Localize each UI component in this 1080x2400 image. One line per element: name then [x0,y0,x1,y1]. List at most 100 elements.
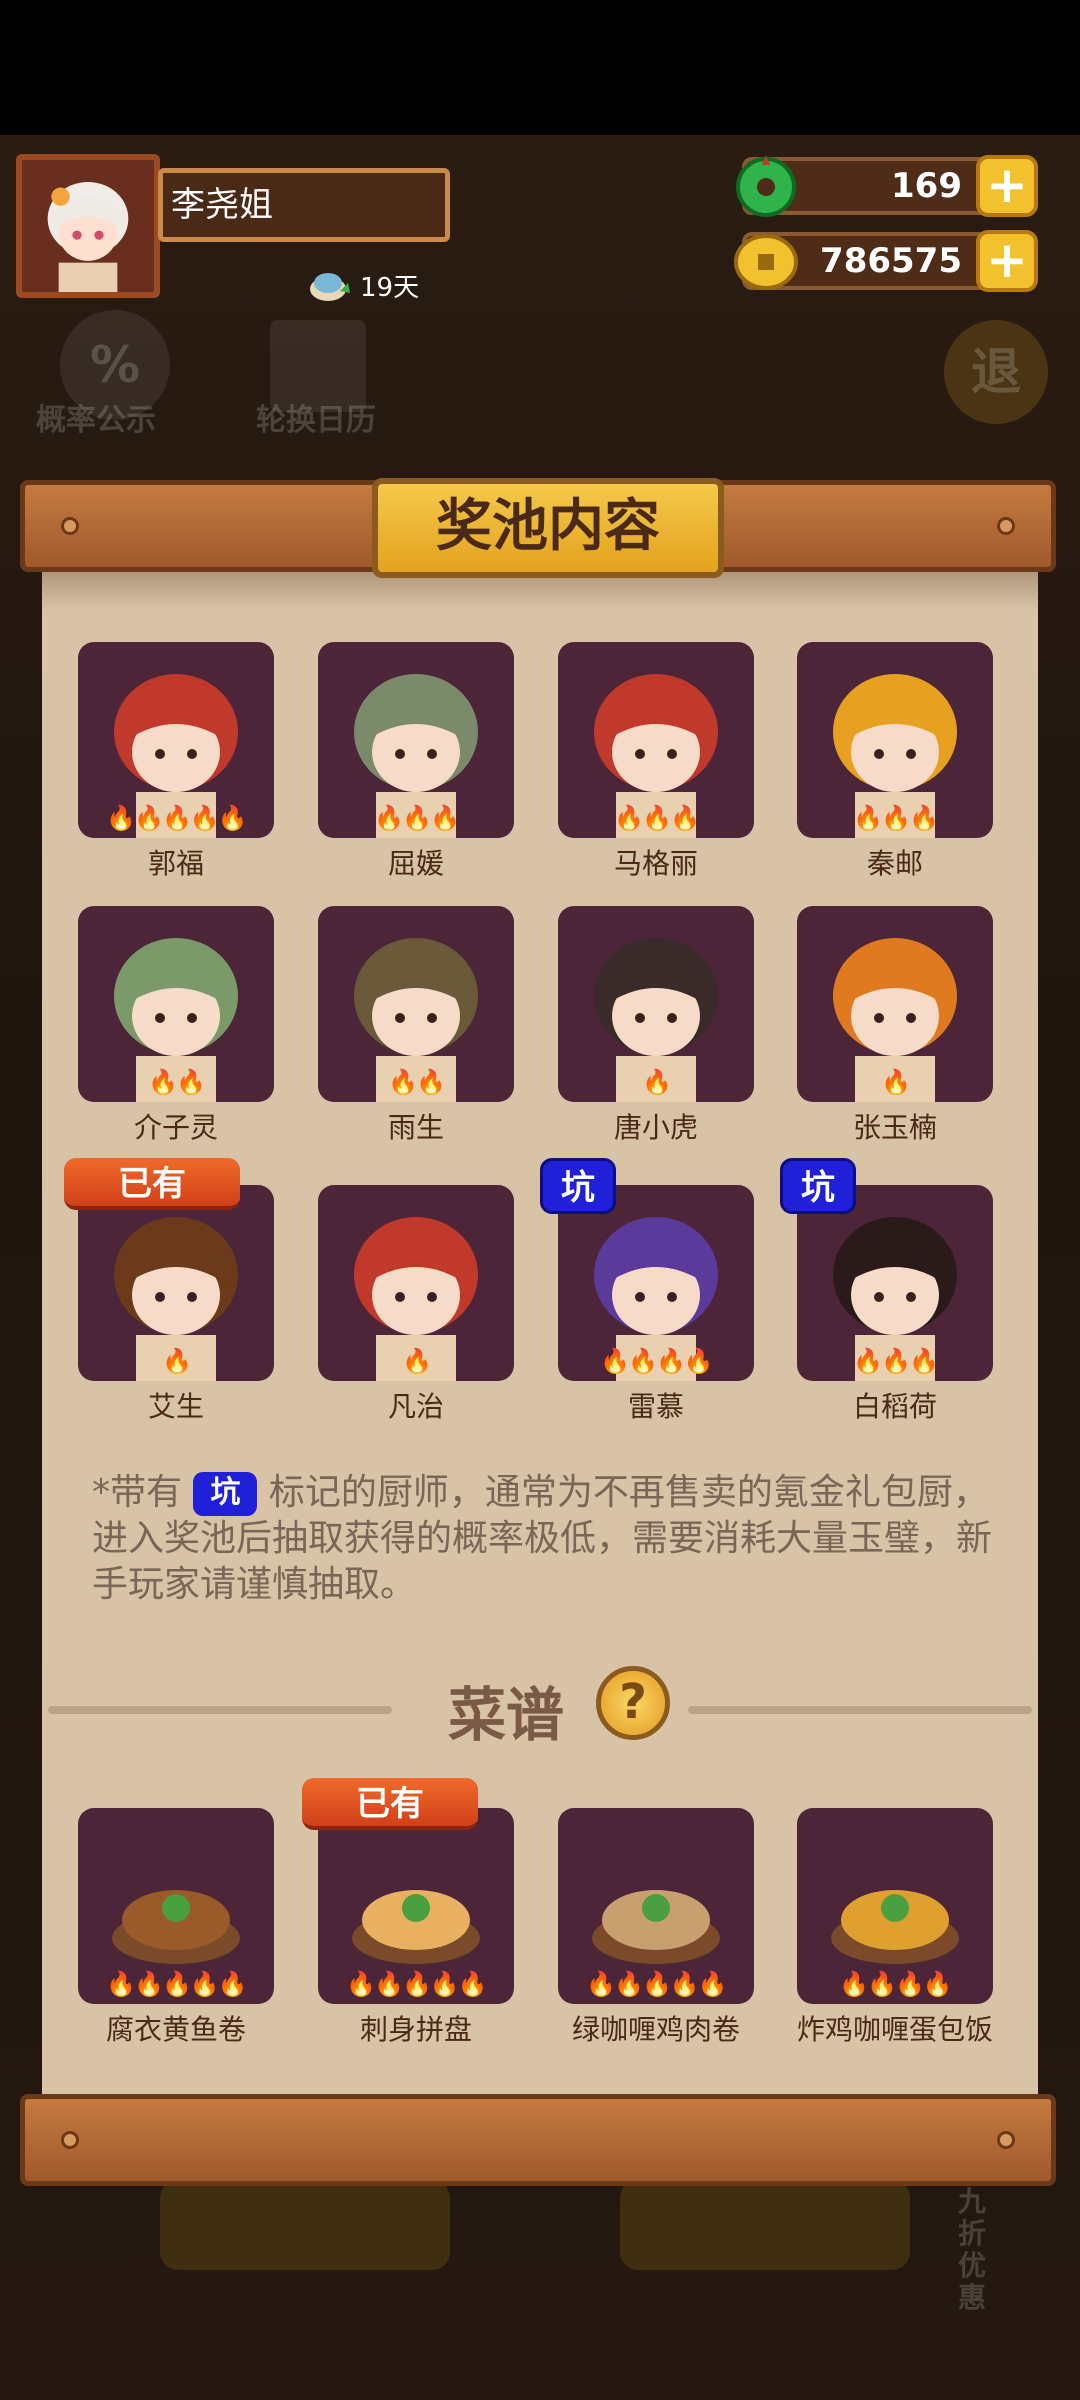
chef-name: 郭福 [147,847,204,880]
recipe-name: 腐衣黄鱼卷 [105,2013,246,2046]
player-avatar[interactable] [16,154,160,298]
rarity-stars: 🔥 [402,1347,432,1375]
recipe-card[interactable]: 🔥🔥🔥🔥 炸鸡咖喱蛋包饭 [797,1808,993,2048]
days-value: 19天 [360,272,420,303]
chef-portrait: 🔥 [558,906,754,1102]
coin-icon [734,234,798,290]
recipe-card[interactable]: 🔥🔥🔥🔥🔥 刺身拼盘 [318,1808,514,2048]
calendar-label: 轮换日历 [256,403,376,438]
divider-right [688,1706,1032,1714]
panel-title: 奖池内容 [372,478,724,578]
chef-name: 艾生 [147,1390,204,1423]
rarity-stars: 🔥🔥🔥🔥🔥 [106,804,247,832]
pit-badge: 坑 [193,1472,258,1516]
recipe-name: 绿咖喱鸡肉卷 [571,2013,740,2046]
chef-portrait: 🔥 [797,906,993,1102]
recipe-image: 🔥🔥🔥🔥🔥 [78,1808,274,2004]
rarity-stars: 🔥🔥🔥🔥🔥 [586,1970,727,1998]
pit-note: *带有 坑 标记的厨师，通常为不再售卖的氪金礼包厨，进入奖池后抽取获得的概率极低… [92,1470,992,1608]
panel-bottom-scroll [20,2094,1056,2186]
player-name: 李尧姐 [158,168,450,242]
chef-card[interactable]: 🔥🔥🔥 白稻荷 [797,1185,993,1425]
discount-label: 九折优惠 [958,2185,987,2314]
rarity-stars: 🔥🔥🔥🔥🔥 [346,1970,487,1998]
chef-name: 介子灵 [133,1111,218,1144]
rarity-stars: 🔥🔥🔥 [853,804,939,832]
avatar-portrait [22,160,154,292]
rivet [997,2131,1015,2149]
rivet [61,517,79,535]
owned-tag: 已有 [64,1158,240,1210]
chef-name: 唐小虎 [613,1111,698,1144]
exit-button[interactable]: 退 [944,320,1048,424]
chef-name: 马格丽 [613,847,698,880]
pit-tag: 坑 [540,1158,616,1214]
chef-portrait: 🔥🔥 [318,906,514,1102]
chef-name: 白稻荷 [852,1390,937,1423]
chef-card[interactable]: 🔥 凡治 [318,1185,514,1425]
chef-name: 张玉楠 [852,1111,937,1144]
chef-portrait: 🔥🔥🔥🔥🔥 [78,642,274,838]
probability-label: 概率公示 [36,403,156,438]
rarity-stars: 🔥🔥🔥🔥🔥 [106,1970,247,1998]
chef-card[interactable]: 🔥🔥🔥 马格丽 [558,642,754,882]
chef-card[interactable]: 🔥🔥🔥 屈媛 [318,642,514,882]
chef-card[interactable]: 🔥 唐小虎 [558,906,754,1146]
recipe-image: 🔥🔥🔥🔥🔥 [558,1808,754,2004]
divider-left [48,1706,392,1714]
rarity-stars: 🔥🔥 [388,1068,446,1096]
chef-portrait: 🔥🔥 [78,906,274,1102]
chef-name: 秦邮 [866,847,923,880]
rarity-stars: 🔥 [881,1068,911,1096]
draw-once-button[interactable] [160,2180,450,2270]
rivet [997,517,1015,535]
jade-icon [736,155,796,217]
pit-tag: 坑 [780,1158,856,1214]
chef-portrait: 🔥🔥🔥 [558,642,754,838]
recipe-name: 刺身拼盘 [359,2013,472,2046]
rarity-stars: 🔥🔥🔥 [853,1347,939,1375]
rarity-stars: 🔥🔥🔥 [374,804,460,832]
recipes-title: 菜谱 [448,1681,565,1749]
draw-ten-button[interactable] [620,2180,910,2270]
chef-portrait: 🔥🔥🔥🔥 [558,1185,754,1381]
days-indicator: 19天 [306,262,419,308]
chef-card[interactable]: 🔥🔥 介子灵 [78,906,274,1146]
chef-portrait: 🔥 [78,1185,274,1381]
chef-portrait: 🔥🔥🔥 [318,642,514,838]
owned-tag: 已有 [302,1778,478,1830]
jade-counter: 169 + [736,155,1038,217]
recipe-card[interactable]: 🔥🔥🔥🔥🔥 绿咖喱鸡肉卷 [558,1808,754,2048]
status-bar [0,0,1080,135]
jade-value: 169 [891,166,962,206]
chef-name: 屈媛 [387,847,444,880]
recipe-image: 🔥🔥🔥🔥🔥 [318,1808,514,2004]
add-jade-button[interactable]: + [976,155,1038,217]
recipe-image: 🔥🔥🔥🔥 [797,1808,993,2004]
rarity-stars: 🔥🔥🔥🔥 [839,1970,953,1998]
chef-card[interactable]: 🔥🔥 雨生 [318,906,514,1146]
rarity-stars: 🔥🔥🔥 [614,804,700,832]
add-coin-button[interactable]: + [976,230,1038,292]
recipe-name: 炸鸡咖喱蛋包饭 [797,2013,994,2046]
chef-portrait: 🔥🔥🔥 [797,642,993,838]
hourglass-icon [310,273,350,301]
rarity-stars: 🔥 [642,1068,672,1096]
chef-name: 雷慕 [627,1390,684,1423]
rarity-stars: 🔥 [162,1347,192,1375]
recipe-card[interactable]: 🔥🔥🔥🔥🔥 腐衣黄鱼卷 [78,1808,274,2048]
rivet [61,2131,79,2149]
rarity-stars: 🔥🔥🔥🔥 [600,1347,714,1375]
chef-card[interactable]: 🔥🔥🔥🔥🔥 郭福 [78,642,274,882]
chef-card[interactable]: 🔥🔥🔥 秦邮 [797,642,993,882]
rarity-stars: 🔥🔥 [148,1068,206,1096]
chef-portrait: 🔥 [318,1185,514,1381]
coin-counter: 786575 + [734,230,1038,292]
chef-card[interactable]: 🔥 艾生 [78,1185,274,1425]
chef-name: 凡治 [387,1390,444,1423]
help-button[interactable]: ? [596,1666,670,1740]
note-prefix: *带有 [92,1472,183,1513]
chef-name: 雨生 [387,1111,444,1144]
chef-card[interactable]: 🔥🔥🔥🔥 雷慕 [558,1185,754,1425]
chef-card[interactable]: 🔥 张玉楠 [797,906,993,1146]
